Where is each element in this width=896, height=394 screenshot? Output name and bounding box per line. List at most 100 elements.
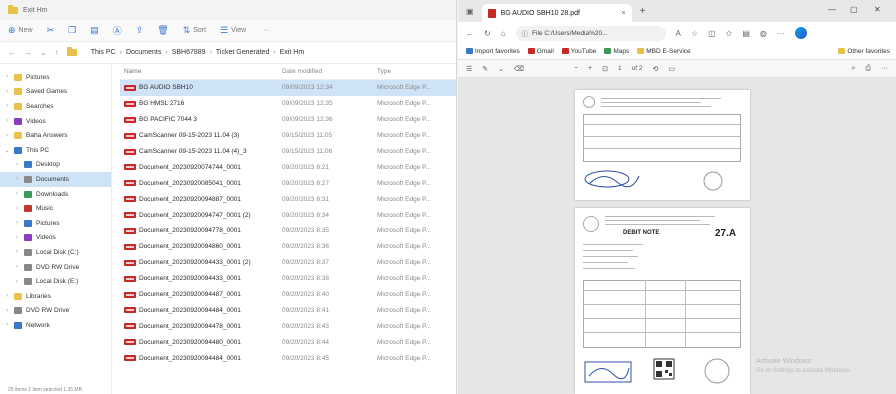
chevron-right-icon[interactable]: › (4, 133, 10, 139)
nav-item[interactable]: › DVD RW Drive (0, 304, 111, 319)
file-row[interactable]: Document_20230920094747_0001 (2) 09/20/20… (120, 207, 456, 223)
forward-arrow-icon[interactable]: → (24, 48, 32, 57)
chevron-right-icon[interactable]: › (14, 206, 20, 212)
profile-icon[interactable]: ◍ (760, 29, 767, 38)
toolbar-item-delete[interactable]: 🗑 (157, 25, 168, 36)
pdf-canvas[interactable]: DEBIT NOTE 27.A Activate Windows Go to S… (458, 78, 896, 394)
file-row[interactable]: BG HMSL 2716 09/09/2023 12:35 Microsoft Ed… (120, 96, 456, 112)
favorite-item[interactable]: MBD E-Service (637, 48, 691, 55)
collections-icon[interactable]: ▤ (742, 29, 750, 38)
contents-icon[interactable]: ☰ (466, 65, 472, 73)
toolbar-item-rename[interactable]: Ⓐ (113, 24, 122, 37)
chevron-right-icon[interactable]: › (4, 118, 10, 124)
chevron-right-icon[interactable]: › (4, 308, 10, 314)
favorite-item[interactable]: Maps (604, 48, 629, 55)
chevron-right-icon[interactable]: › (14, 176, 20, 182)
nav-item[interactable]: › Downloads (0, 187, 111, 202)
file-row[interactable]: Document_20230920094860_0001 09/20/2023 8… (120, 239, 456, 255)
pdf-more-icon[interactable]: ··· (881, 65, 888, 72)
rotate-icon[interactable]: ⟲ (652, 65, 658, 73)
zoom-out-icon[interactable]: − (574, 65, 578, 72)
nav-item[interactable]: ⌄ This PC (0, 143, 111, 158)
nav-item[interactable]: › Desktop (0, 158, 111, 173)
nav-item[interactable]: › Baha Answers (0, 128, 111, 143)
new-tab-icon[interactable]: + (640, 6, 646, 17)
toolbar-item-paste[interactable]: ▤ (90, 25, 99, 36)
address-input[interactable]: ⓘ File C:/Users/Media%20... (515, 25, 666, 41)
page-view-icon[interactable]: ▭ (668, 65, 675, 73)
chevron-right-icon[interactable]: › (4, 322, 10, 328)
chevron-right-icon[interactable]: ⌄ (4, 147, 10, 154)
favorite-item[interactable]: Other favorites (838, 48, 890, 55)
nav-item[interactable]: › Local Disk (C:) (0, 245, 111, 260)
nav-item[interactable]: › Pictures (0, 216, 111, 231)
refresh-icon[interactable]: ↻ (484, 29, 491, 38)
tab-active-pdf[interactable]: BG AUDIO SBH10 28.pdf × (481, 4, 632, 22)
file-row[interactable]: Document_20230920094487_0001 09/20/2023 8… (120, 287, 456, 303)
draw-icon[interactable]: ✎ (482, 65, 488, 73)
toolbar-item-sort[interactable]: ⇅ Sort (183, 25, 206, 36)
favorite-star-icon[interactable]: ☆ (691, 29, 698, 38)
close-window-icon[interactable]: ✕ (874, 5, 881, 14)
maximize-icon[interactable]: ▢ (850, 5, 858, 14)
nav-item[interactable]: › DVD RW Drive (0, 260, 111, 275)
page-number[interactable]: 1 (618, 65, 622, 72)
nav-item[interactable]: › Documents (0, 172, 111, 187)
toolbar-item-view[interactable]: ☰ View (220, 25, 246, 36)
close-tab-icon[interactable]: × (621, 10, 625, 17)
chevron-right-icon[interactable]: › (14, 235, 20, 241)
file-row[interactable]: CamScanner 09-15-2023 11.04 (3) 09/15/202… (120, 128, 456, 144)
file-row[interactable]: CamScanner 09-15-2023 11.04 (4)_3 09/15/2… (120, 144, 456, 160)
toolbar-item-copy[interactable]: ❐ (68, 25, 76, 36)
chevron-right-icon[interactable]: › (14, 264, 20, 270)
column-date-modified[interactable]: Date modified (282, 68, 377, 75)
chevron-right-icon[interactable]: › (4, 293, 10, 299)
breadcrumb-item[interactable]: Documents (126, 49, 161, 56)
breadcrumb-item[interactable]: Exit Hm (280, 49, 305, 56)
nav-item[interactable]: › Music (0, 201, 111, 216)
nav-item[interactable]: › Pictures (0, 70, 111, 85)
file-row[interactable]: Document_20230920094484_0001 09/20/2023 8… (120, 302, 456, 318)
file-row[interactable]: Document_20230920085041_0001 09/20/2023 8… (120, 175, 456, 191)
file-row[interactable]: Document_20230920094433_0001 (2) 09/20/20… (120, 255, 456, 271)
search-icon[interactable]: ⌕ (851, 65, 855, 73)
file-row[interactable]: Document_20230920094484_0001 09/20/2023 8… (120, 350, 456, 366)
toolbar-item-more[interactable]: ··· (260, 27, 270, 34)
chevron-right-icon[interactable]: › (14, 249, 20, 255)
breadcrumb-item[interactable]: Ticket Generated (216, 49, 269, 56)
read-aloud-icon[interactable]: A (676, 29, 681, 38)
chevron-right-icon[interactable]: › (14, 191, 20, 197)
edge-copilot-icon[interactable] (794, 27, 807, 39)
chevron-right-icon[interactable]: › (14, 279, 20, 285)
file-row[interactable]: Document_20230920094478_0001 09/20/2023 8… (120, 318, 456, 334)
favorite-item[interactable]: Import favorites (466, 48, 520, 55)
file-row[interactable]: Document_20230920094778_0001 09/20/2023 8… (120, 223, 456, 239)
back-icon[interactable]: ← (466, 29, 474, 38)
recent-chevron-icon[interactable]: ⌄ (40, 48, 47, 57)
file-row[interactable]: BG PACIFIC 7044 3 09/09/2023 12:36 Microso… (120, 112, 456, 128)
column-type[interactable]: Type (377, 68, 447, 75)
nav-item[interactable]: › Saved Games (0, 85, 111, 100)
file-row[interactable]: Document_20230920094433_0001 09/20/2023 8… (120, 271, 456, 287)
zoom-in-icon[interactable]: + (588, 65, 592, 72)
minimize-icon[interactable]: — (828, 5, 836, 14)
nav-item[interactable]: › Searches (0, 99, 111, 114)
favorite-item[interactable]: Gmail (527, 48, 554, 55)
file-row[interactable]: Document_20230920094887_0001 09/20/2023 8… (120, 191, 456, 207)
breadcrumb-item[interactable]: SBH67889 (172, 49, 206, 56)
up-arrow-icon[interactable]: ↑ (55, 48, 59, 57)
nav-item[interactable]: › Videos (0, 114, 111, 129)
toolbar-item-share[interactable]: ⇪ (136, 25, 144, 36)
fit-page-icon[interactable]: ⊡ (602, 65, 608, 73)
split-screen-icon[interactable]: ◫ (708, 29, 716, 38)
home-icon[interactable]: ⌂ (501, 29, 506, 38)
print-icon[interactable]: ⎙ (865, 65, 871, 73)
breadcrumb-item[interactable]: This PC (91, 49, 116, 56)
nav-item[interactable]: › Libraries (0, 289, 111, 304)
nav-item[interactable]: › Network (0, 318, 111, 333)
file-row[interactable]: Document_20230920094480_0001 09/20/2023 8… (120, 334, 456, 350)
highlight-chevron-icon[interactable]: ⌄ (498, 65, 504, 73)
tab-actions-icon[interactable]: ▣ (466, 7, 474, 16)
file-row[interactable]: BG AUDIO SBH10 09/09/2023 12:34 Microsoft … (120, 80, 456, 96)
toolbar-item-new[interactable]: ⊕ New (8, 25, 33, 36)
